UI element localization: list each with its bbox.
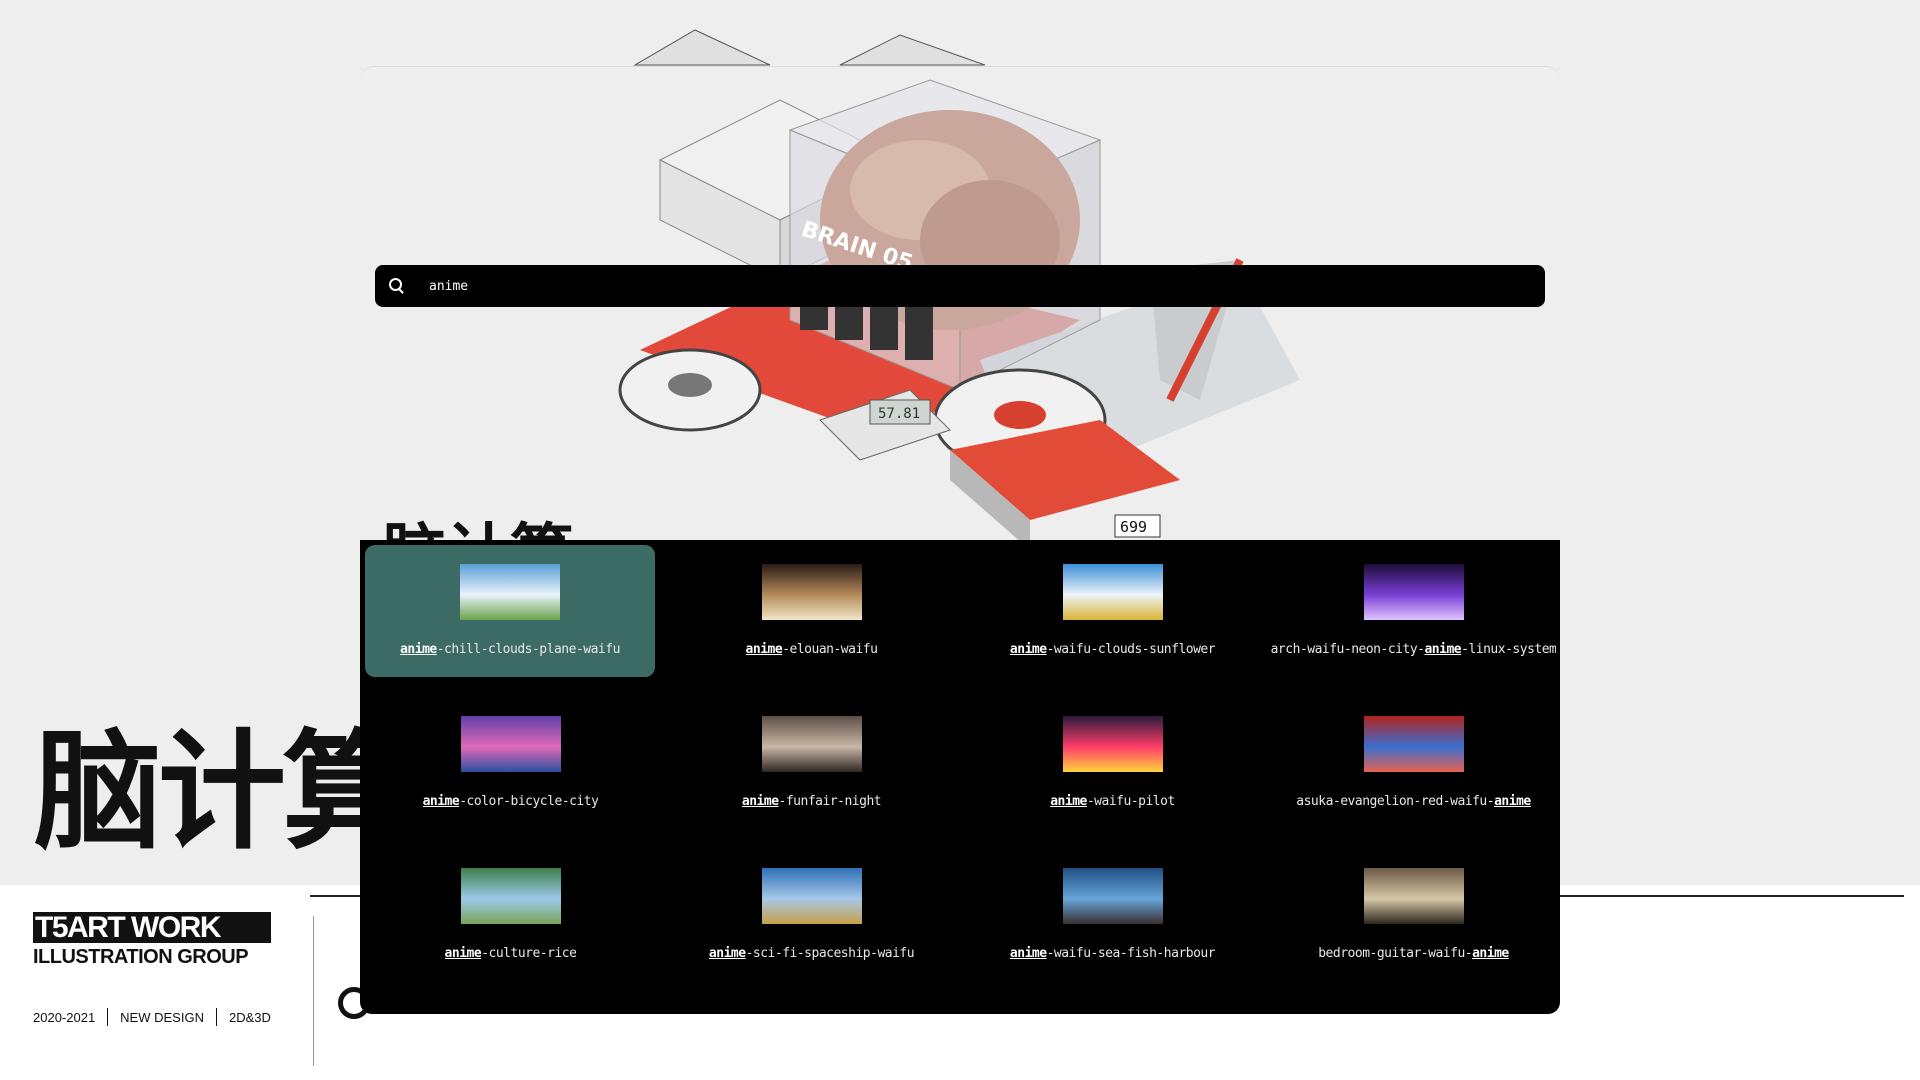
wallpaper-thumbnail [1363, 868, 1464, 924]
wallpaper-filename: anime-waifu-sea-fish-harbour [1009, 946, 1216, 961]
search-match-highlight: anime [1472, 946, 1509, 961]
search-match-highlight: anime [1050, 794, 1087, 809]
wallpaper-result-item[interactable]: anime-culture-rice [365, 849, 656, 996]
wallpaper-thumbnail [1363, 716, 1464, 772]
wallpaper-thumbnail [761, 564, 862, 620]
search-input[interactable] [427, 277, 1545, 295]
wallpaper-filename: anime-waifu-pilot [1050, 794, 1175, 809]
wallpaper-brand: T5ART WORK [33, 912, 271, 943]
wallpaper-result-item[interactable]: arch-waifu-neon-city-anime-linux-system [1268, 545, 1559, 692]
search-match-highlight: anime [1424, 642, 1462, 657]
search-match-highlight: anime [741, 794, 779, 809]
search-match-highlight: anime [422, 794, 460, 809]
wallpaper-result-item[interactable]: anime-chill-clouds-plane-waifu [365, 545, 655, 677]
wallpaper-meta: 2020-2021 NEW DESIGN 2D&3D [33, 1008, 271, 1026]
wallpaper-filename: arch-waifu-neon-city-anime-linux-system [1270, 642, 1557, 657]
wallpaper-result-item[interactable]: anime-waifu-pilot [967, 697, 1258, 844]
wallpaper-meta-dimension: 2D&3D [228, 1009, 271, 1025]
search-match-highlight: anime [1009, 642, 1047, 657]
wallpaper-thumbnail [1062, 564, 1163, 620]
wallpaper-filename: asuka-evangelion-red-waifu-anime [1296, 794, 1531, 809]
wallpaper-result-item[interactable]: anime-waifu-clouds-sunflower [967, 545, 1258, 692]
wallpaper-thumbnail [761, 716, 862, 772]
wallpaper-meta-years: 2020-2021 [33, 1009, 96, 1025]
wallpaper-brand-subtitle: ILLUSTRATION GROUP [33, 946, 249, 968]
wallpaper-thumbnail [1363, 564, 1464, 620]
search-match-highlight: anime [1494, 794, 1531, 809]
wallpaper-filename: anime-color-bicycle-city [422, 794, 599, 809]
wallpaper-filename: anime-culture-rice [444, 946, 577, 961]
wallpaper-result-item[interactable]: anime-elouan-waifu [666, 545, 957, 692]
meta-separator [107, 1008, 109, 1026]
wallpaper-result-item[interactable]: anime-color-bicycle-city [365, 697, 656, 844]
search-match-highlight: anime [400, 642, 437, 657]
wallpaper-filename: anime-sci-fi-spaceship-waifu [708, 946, 915, 961]
meta-separator [215, 1008, 217, 1026]
wallpaper-filename: anime-funfair-night [741, 794, 882, 809]
search-icon [389, 278, 405, 294]
search-match-highlight: anime [444, 946, 482, 961]
wallpaper-filename: anime-chill-clouds-plane-waifu [400, 642, 620, 657]
search-match-highlight: anime [1009, 946, 1047, 961]
wallpaper-thumbnail [460, 868, 561, 924]
wallpaper-result-item[interactable]: anime-waifu-sea-fish-harbour [967, 849, 1258, 996]
search-match-highlight: anime [745, 642, 783, 657]
wallpaper-thumbnail [460, 564, 560, 620]
search-bar[interactable] [375, 265, 1545, 307]
wallpaper-result-item[interactable]: asuka-evangelion-red-waifu-anime [1268, 697, 1559, 844]
results-grid: anime-chill-clouds-plane-waifu anime-elou… [360, 540, 1560, 996]
wallpaper-results-panel: anime-chill-clouds-plane-waifu anime-elou… [360, 540, 1560, 1014]
wallpaper-filename: anime-elouan-waifu [745, 642, 878, 657]
wallpaper-thumbnail [761, 868, 862, 924]
wallpaper-result-item[interactable]: anime-sci-fi-spaceship-waifu [666, 849, 957, 996]
search-match-highlight: anime [708, 946, 746, 961]
wallpaper-thumbnail [1062, 716, 1163, 772]
wallpaper-big-title: 脑计算 [34, 718, 410, 867]
wallpaper-thumbnail [1062, 868, 1163, 924]
wallpaper-result-item[interactable]: bedroom-guitar-waifu-anime [1268, 849, 1559, 996]
wallpaper-result-item[interactable]: anime-funfair-night [666, 697, 957, 844]
wallpaper-filename: bedroom-guitar-waifu-anime [1318, 946, 1509, 961]
wallpaper-vertical-divider [313, 916, 314, 1066]
wallpaper-filename: anime-waifu-clouds-sunflower [1009, 642, 1216, 657]
wallpaper-thumbnail [460, 716, 561, 772]
wallpaper-meta-design: NEW DESIGN [120, 1009, 204, 1025]
